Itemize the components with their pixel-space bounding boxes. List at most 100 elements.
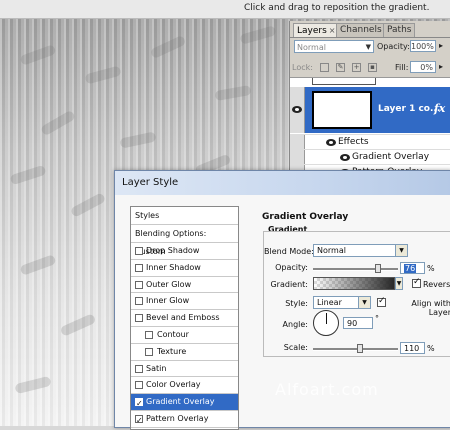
angle-label: Angle: (282, 320, 308, 329)
reverse-label: Reverse (423, 280, 450, 289)
blend-mode-value: Normal (317, 246, 346, 255)
style-item-checkbox[interactable] (135, 364, 143, 373)
visibility-cell[interactable] (290, 135, 305, 150)
dialog-title: Layer Style (122, 177, 179, 188)
panel-tabs: Layers × Channels Paths (290, 21, 450, 38)
layer-blend-mode-select[interactable]: Normal ▼ (294, 40, 374, 53)
style-item[interactable]: Pattern Overlay (131, 411, 238, 430)
layer-row-selected[interactable]: Layer 1 co... fx (290, 87, 450, 133)
opacity-label: Opacity: (275, 263, 308, 272)
lock-transparency-icon[interactable] (320, 63, 329, 72)
opacity-slider-thumb[interactable] (374, 264, 381, 273)
style-item-checkbox[interactable] (135, 280, 143, 289)
style-item[interactable]: Inner Glow (131, 293, 238, 311)
style-item-label: Contour (157, 330, 189, 339)
style-item-checkbox[interactable] (145, 331, 153, 339)
lock-label: Lock: (292, 63, 313, 72)
canvas-pattern-spot (84, 65, 122, 85)
style-item-checkbox[interactable] (135, 263, 143, 272)
align-with-layer-checkbox[interactable] (377, 296, 386, 307)
style-item[interactable]: Drop Shadow (131, 243, 238, 260)
effects-row[interactable]: Effects (290, 134, 450, 150)
style-item-checkbox[interactable] (135, 396, 143, 413)
percent-sign: % (427, 344, 435, 353)
style-item[interactable]: Outer Glow (131, 277, 238, 294)
align-with-layer-label: Align with Layer (411, 299, 450, 317)
lock-position-icon[interactable]: + (352, 63, 361, 72)
style-item-checkbox[interactable] (145, 347, 153, 356)
dialog-title-bar[interactable]: Layer Style (115, 171, 450, 195)
scale-input[interactable]: 110 (400, 342, 425, 354)
style-label: Style: (285, 299, 308, 308)
tab-paths[interactable]: Paths (383, 23, 416, 37)
style-item[interactable]: Satin (131, 361, 238, 378)
scale-slider-thumb[interactable] (356, 344, 363, 353)
style-item[interactable]: Contour (131, 327, 238, 344)
style-value: Linear (317, 298, 342, 307)
styles-header[interactable]: Styles (131, 207, 238, 225)
opacity-slider-track[interactable] (313, 268, 398, 271)
lock-all-icon[interactable]: ▪ (368, 63, 377, 72)
chevron-down-icon[interactable]: ▼ (395, 277, 403, 290)
blend-mode-label: Blend Mode: (264, 247, 314, 256)
options-bar: Click and drag to reposition the gradien… (0, 0, 450, 19)
chevron-right-icon[interactable]: ▸ (439, 41, 443, 50)
style-item[interactable]: Gradient Overlay (131, 394, 238, 413)
tab-layers[interactable]: Layers × (293, 23, 340, 37)
visibility-cell[interactable] (290, 150, 305, 165)
chevron-right-icon[interactable]: ▸ (439, 62, 443, 71)
percent-sign: % (427, 264, 435, 273)
gradient-swatch[interactable] (313, 277, 395, 290)
previous-layer-thumbnail (312, 78, 376, 85)
blending-options-item[interactable]: Blending Options: Custom (131, 225, 238, 256)
effects-label: Effects (338, 137, 369, 147)
lock-pixels-icon[interactable]: ✎ (336, 63, 345, 72)
effect-label: Gradient Overlay (352, 152, 430, 162)
scale-value: 110 (404, 344, 420, 353)
gradient-label: Gradient: (270, 280, 308, 289)
visibility-cell[interactable] (290, 87, 305, 133)
reverse-checkbox[interactable] (412, 277, 421, 288)
style-item[interactable]: Inner Shadow (131, 260, 238, 277)
blend-mode-dropdown[interactable]: Normal ▼ (313, 244, 408, 257)
layer-fill-input[interactable]: 0% (410, 61, 436, 73)
style-dropdown[interactable]: Linear ▼ (313, 296, 371, 309)
effect-row-gradient-overlay[interactable]: Gradient Overlay (290, 149, 450, 165)
canvas-pattern-spot (14, 375, 52, 395)
style-item-checkbox[interactable] (135, 247, 143, 255)
style-item[interactable]: Color Overlay (131, 377, 238, 395)
angle-value: 90 (347, 319, 358, 328)
chevron-down-icon: ▼ (358, 297, 370, 308)
layers-panel: Layers × Channels Paths Normal ▼ Opacity:… (289, 21, 450, 192)
eye-icon[interactable] (340, 154, 350, 161)
canvas-pattern-spot (9, 164, 47, 186)
angle-dial[interactable] (313, 310, 339, 336)
scale-slider-track[interactable] (313, 348, 398, 351)
chevron-down-icon: ▼ (365, 43, 371, 51)
eye-icon[interactable] (292, 106, 302, 113)
style-item-checkbox[interactable] (135, 297, 143, 306)
chevron-down-icon: ▼ (395, 245, 407, 256)
style-item-label: Inner Glow (146, 296, 190, 306)
style-item[interactable]: Bevel and Emboss (131, 310, 238, 327)
style-item-checkbox[interactable] (135, 314, 143, 323)
style-item-label: Gradient Overlay (146, 397, 215, 407)
style-item-label: Satin (146, 363, 167, 373)
opacity-value: 76 (404, 264, 417, 273)
style-item-checkbox[interactable] (135, 381, 143, 390)
eye-icon[interactable] (326, 139, 336, 146)
layer-style-dialog: Layer Style Styles Blending Options: Cus… (114, 170, 450, 430)
style-item-checkbox[interactable] (135, 413, 143, 430)
scale-label: Scale: (283, 343, 308, 352)
tab-layers-label: Layers (297, 26, 327, 36)
style-item[interactable]: Texture (131, 344, 238, 361)
layer-opacity-input[interactable]: 100% (410, 40, 436, 52)
close-icon[interactable]: × (329, 26, 336, 35)
style-item-label: Color Overlay (146, 380, 201, 390)
style-item-label: Inner Shadow (146, 262, 201, 272)
angle-input[interactable]: 90 (343, 317, 373, 329)
fx-icon[interactable]: fx (434, 102, 445, 115)
tab-channels[interactable]: Channels (336, 23, 386, 37)
canvas-pattern-spot (149, 34, 187, 60)
opacity-input[interactable]: 76 (400, 262, 425, 274)
